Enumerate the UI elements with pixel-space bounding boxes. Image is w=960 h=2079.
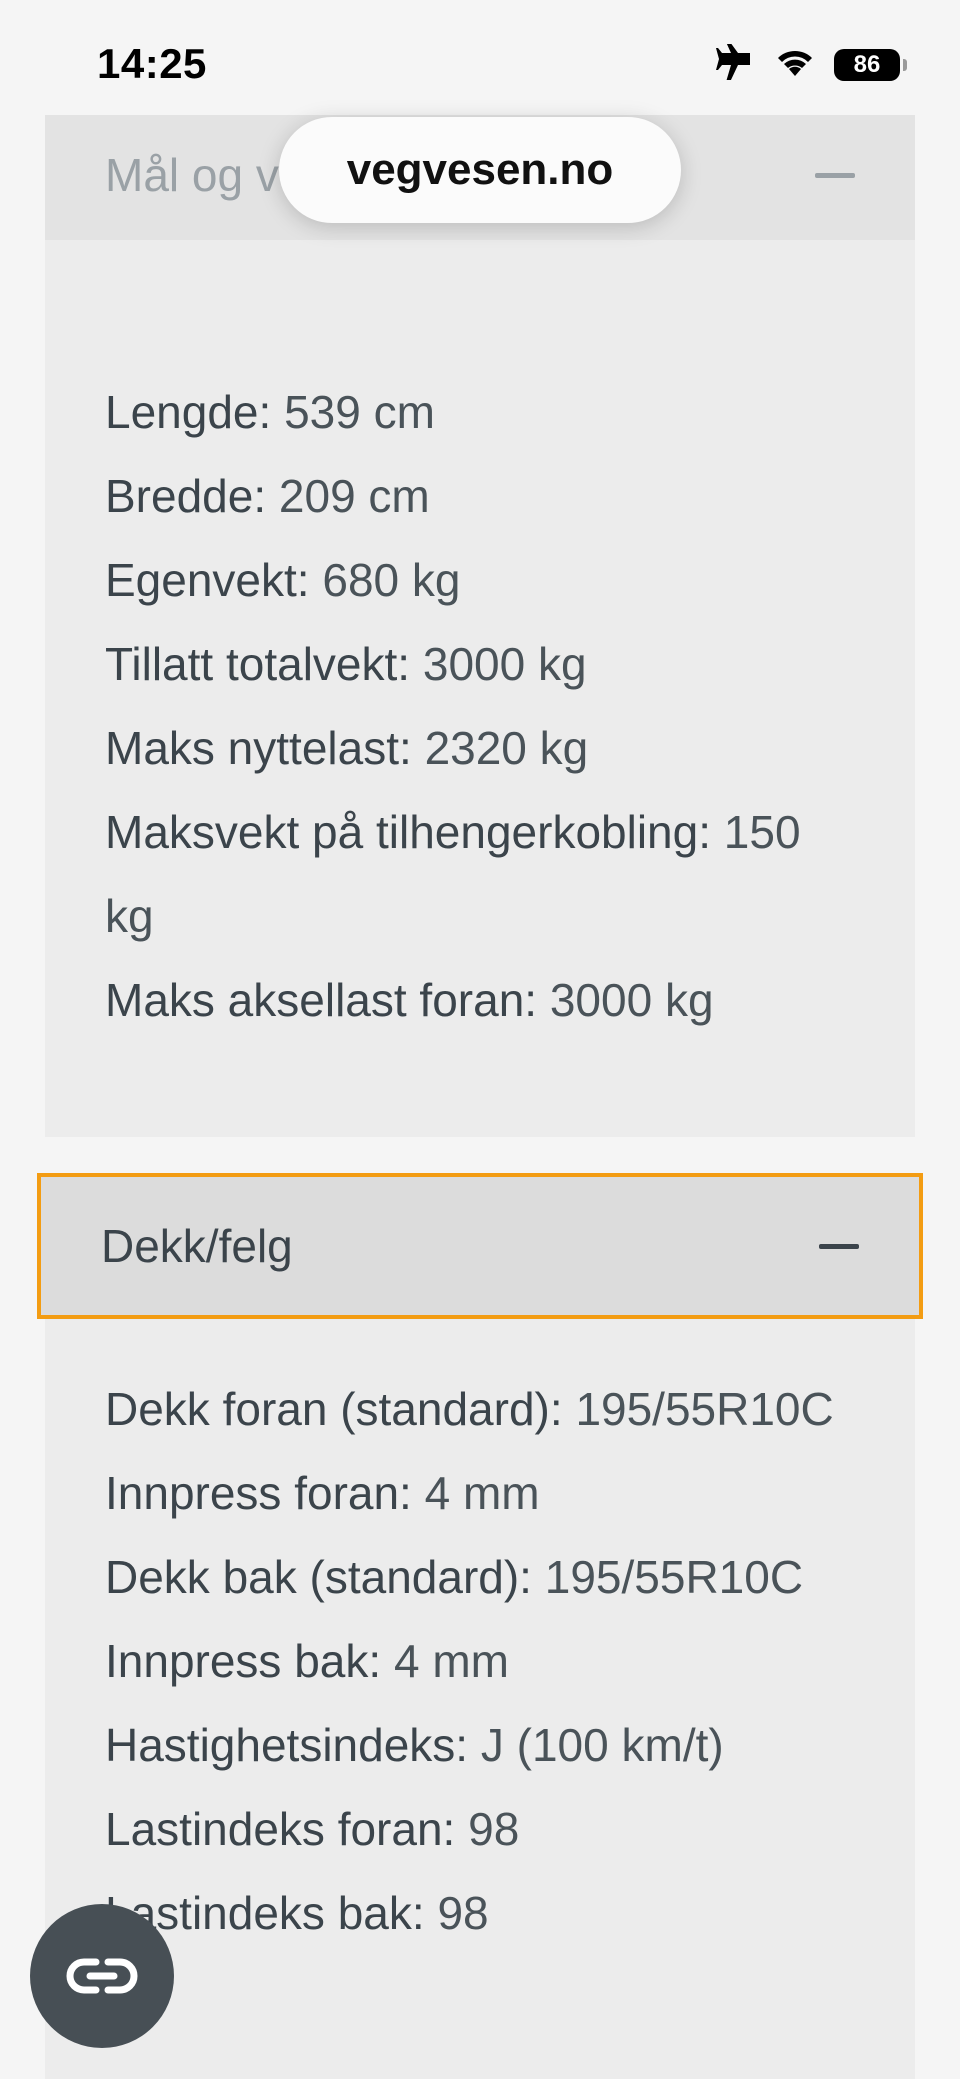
url-bar[interactable]: vegvesen.no (279, 117, 681, 223)
spec-value: 680 kg (322, 554, 461, 606)
spec-row-dekk-bak: Dekk bak (standard): 195/55R10C (105, 1535, 855, 1619)
spec-label: Lastindeks foran: (105, 1803, 456, 1855)
spec-label: Dekk bak (standard): (105, 1551, 532, 1603)
spec-value: 98 (437, 1887, 489, 1939)
spec-label: Hastighetsindeks: (105, 1719, 469, 1771)
page: 14:25 86 vegvesen.no Mål og vekt Lengde: (0, 0, 960, 2079)
section-body-mal-og-vekt: Lengde: 539 cm Bredde: 209 cm Egenvekt: … (45, 240, 915, 1137)
collapse-minus-icon[interactable] (815, 172, 855, 178)
spec-row-innpress-bak: Innpress bak: 4 mm (105, 1619, 855, 1703)
status-time: 14:25 (97, 40, 207, 87)
spec-value: 195/55R10C (575, 1383, 834, 1435)
spec-value: J (100 km/t) (480, 1719, 724, 1771)
spec-row-hastighetsindeks: Hastighetsindeks: J (100 km/t) (105, 1703, 855, 1787)
spec-value: 98 (468, 1803, 520, 1855)
section-title: Dekk/felg (101, 1220, 293, 1272)
spec-row-lastindeks-foran: Lastindeks foran: 98 (105, 1787, 855, 1871)
spec-row-innpress-foran: Innpress foran: 4 mm (105, 1451, 855, 1535)
wifi-icon (774, 46, 816, 83)
spec-row-maksvekt-tilhengerkobling: Maksvekt på tilhengerkobling: 150 kg (105, 790, 855, 958)
link-button[interactable] (30, 1904, 174, 2048)
link-icon (66, 1958, 138, 1994)
spec-value: 209 cm (278, 470, 430, 522)
status-icons: 86 (712, 42, 907, 85)
spec-label: Maksvekt på tilhengerkobling: (105, 806, 711, 858)
spec-label: Bredde: (105, 470, 267, 522)
section-body-dekk-felg: Dekk foran (standard): 195/55R10C Innpre… (45, 1319, 915, 2079)
spec-label: Innpress bak: (105, 1635, 382, 1687)
spec-label: Lengde: (105, 386, 272, 438)
spec-value: 2320 kg (424, 722, 589, 774)
spec-row-tillatt-totalvekt: Tillatt totalvekt: 3000 kg (105, 622, 855, 706)
spec-row-maks-aksellast-foran: Maks aksellast foran: 3000 kg (105, 958, 855, 1042)
spec-label: Maks nyttelast: (105, 722, 412, 774)
spec-row-egenvekt: Egenvekt: 680 kg (105, 538, 855, 622)
spec-label: Maks aksellast foran: (105, 974, 538, 1026)
airplane-icon (712, 42, 756, 85)
spec-value: 195/55R10C (544, 1551, 804, 1603)
spec-value: 4 mm (393, 1635, 509, 1687)
spec-row-bredde: Bredde: 209 cm (105, 454, 855, 538)
status-bar: 14:25 86 (0, 0, 960, 115)
spec-value: 3000 kg (422, 638, 587, 690)
spec-label: Egenvekt: (105, 554, 310, 606)
spec-value: 4 mm (424, 1467, 540, 1519)
battery-icon: 86 (834, 48, 907, 81)
spec-row-lastindeks-bak: Lastindeks bak: 98 (105, 1871, 855, 1955)
spec-label: Dekk foran (standard): (105, 1383, 563, 1435)
section-header-dekk-felg[interactable]: Dekk/felg (37, 1173, 923, 1319)
spec-value: 539 cm (284, 386, 435, 438)
spec-row-dekk-foran: Dekk foran (standard): 195/55R10C (105, 1367, 855, 1451)
spec-row-lengde: Lengde: 539 cm (105, 370, 855, 454)
spec-label: Tillatt totalvekt: (105, 638, 411, 690)
spec-label: Innpress foran: (105, 1467, 412, 1519)
collapse-minus-icon[interactable] (819, 1243, 859, 1249)
spec-value: 3000 kg (549, 974, 714, 1026)
spec-row-maks-nyttelast: Maks nyttelast: 2320 kg (105, 706, 855, 790)
